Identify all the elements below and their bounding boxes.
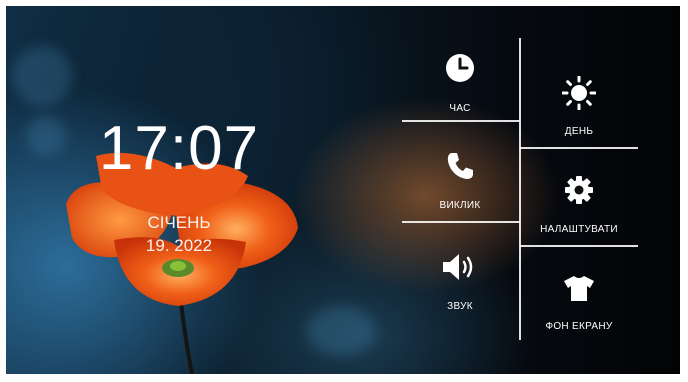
- menu-divider-vertical: [519, 38, 521, 340]
- clock-date: 19. 2022: [145, 236, 213, 255]
- clock-time: 17:07: [98, 114, 260, 183]
- menu-day-button[interactable]: ДЕНЬ: [524, 76, 634, 144]
- menu-sound-button[interactable]: ЗВУК: [406, 250, 514, 318]
- menu-wallpaper-label: ФОН ЕКРАНУ: [545, 321, 613, 332]
- phone-icon: [447, 153, 473, 179]
- gear-icon: [565, 176, 593, 204]
- menu-divider: [520, 147, 638, 149]
- menu-divider: [402, 120, 520, 122]
- clock-icon: [446, 54, 474, 82]
- menu-divider: [520, 245, 638, 247]
- sun-icon: [562, 76, 596, 110]
- menu-divider: [402, 221, 520, 223]
- menu-time-button[interactable]: ЧАС: [406, 51, 514, 119]
- menu-day-label: ДЕНЬ: [564, 126, 594, 137]
- menu-call-label: ВИКЛИК: [439, 200, 481, 211]
- clock-widget: 17:07 СІЧЕНЬ 19. 2022: [84, 114, 274, 256]
- clock-month: СІЧЕНЬ: [147, 213, 211, 232]
- menu-wallpaper-button[interactable]: ФОН ЕКРАНУ: [524, 271, 634, 339]
- menu-settings-label: НАЛАШТУВАТИ: [540, 224, 618, 235]
- menu-sound-label: ЗВУК: [447, 301, 473, 312]
- shirt-icon: [564, 276, 594, 301]
- speaker-icon: [443, 254, 473, 280]
- menu-call-button[interactable]: ВИКЛИК: [406, 149, 514, 217]
- device-screen: 17:07 СІЧЕНЬ 19. 2022 ЧАС ДЕНЬ ВИКЛИК НА…: [6, 6, 680, 374]
- menu-time-label: ЧАС: [449, 103, 471, 114]
- menu-settings-button[interactable]: НАЛАШТУВАТИ: [524, 173, 634, 241]
